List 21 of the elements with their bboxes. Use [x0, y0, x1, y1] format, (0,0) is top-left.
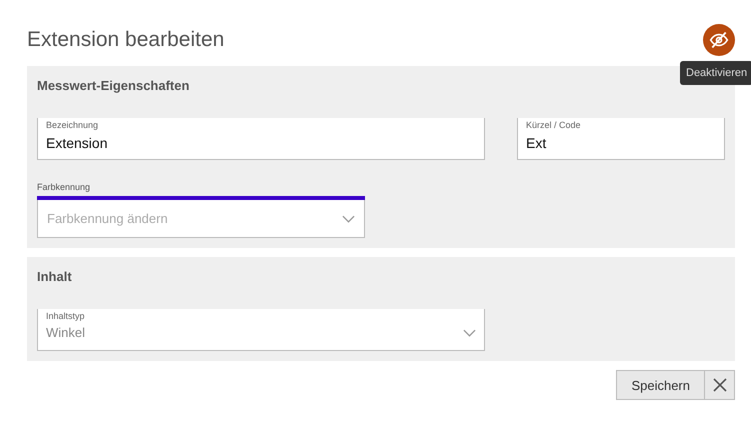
dropdown-value: Winkel — [46, 325, 86, 340]
dropdown[interactable]: Inhaltstyp Winkel — [37, 309, 485, 351]
dialog-title: Extension bearbeiten — [27, 28, 224, 52]
close-button[interactable] — [705, 370, 735, 400]
crossed-eye-icon — [709, 30, 729, 50]
chevron-down-icon — [342, 214, 355, 222]
section-title: Messwert-Eigenschaften — [37, 78, 190, 93]
text-field[interactable]: Bezeichnung Extension — [37, 118, 485, 160]
text-input[interactable]: Ext — [526, 135, 716, 151]
text-field[interactable]: Kürzel / Code Ext — [517, 118, 725, 160]
save-button[interactable]: Speichern — [616, 370, 705, 400]
close-icon — [712, 378, 726, 392]
field-label: Inhaltstyp — [46, 310, 86, 321]
chevron-down-icon — [463, 328, 476, 336]
text-input[interactable]: Extension — [46, 135, 476, 151]
field-label: Kürzel / Code — [526, 119, 582, 130]
field-label: Bezeichnung — [46, 119, 100, 130]
field-label: Farbkennung — [37, 182, 92, 192]
tooltip: Deaktivieren — [680, 61, 751, 85]
section-title: Inhalt — [37, 269, 73, 284]
hide-button[interactable] — [703, 24, 735, 56]
